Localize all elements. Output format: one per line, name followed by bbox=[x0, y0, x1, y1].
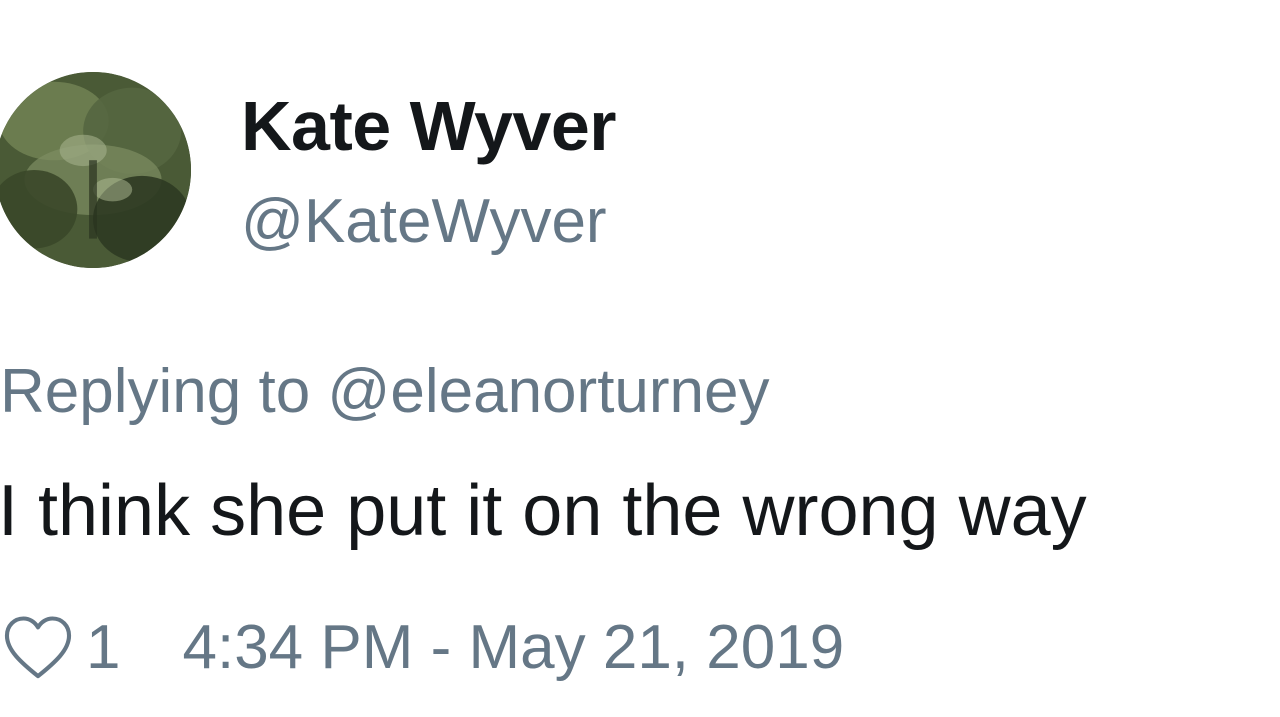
author-display-name[interactable]: Kate Wyver bbox=[241, 86, 617, 166]
tweet-timestamp[interactable]: 4:34 PM - May 21, 2019 bbox=[182, 612, 844, 683]
replying-to-handle-link[interactable]: @eleanorturney bbox=[327, 357, 769, 426]
avatar[interactable] bbox=[0, 72, 191, 268]
avatar-image bbox=[0, 72, 191, 268]
tweet-text: I think she put it on the wrong way bbox=[0, 471, 1087, 551]
tweet-card: Kate Wyver @KateWyver Replying to @elean… bbox=[0, 0, 1280, 717]
tweet-footer: 1 4:34 PM - May 21, 2019 bbox=[0, 602, 844, 692]
heart-outline-icon[interactable] bbox=[0, 609, 78, 685]
replying-to-prefix: Replying to bbox=[0, 357, 311, 426]
replying-to: Replying to @eleanorturney bbox=[0, 356, 770, 427]
author-handle[interactable]: @KateWyver bbox=[241, 186, 607, 257]
like-count: 1 bbox=[86, 612, 121, 682]
